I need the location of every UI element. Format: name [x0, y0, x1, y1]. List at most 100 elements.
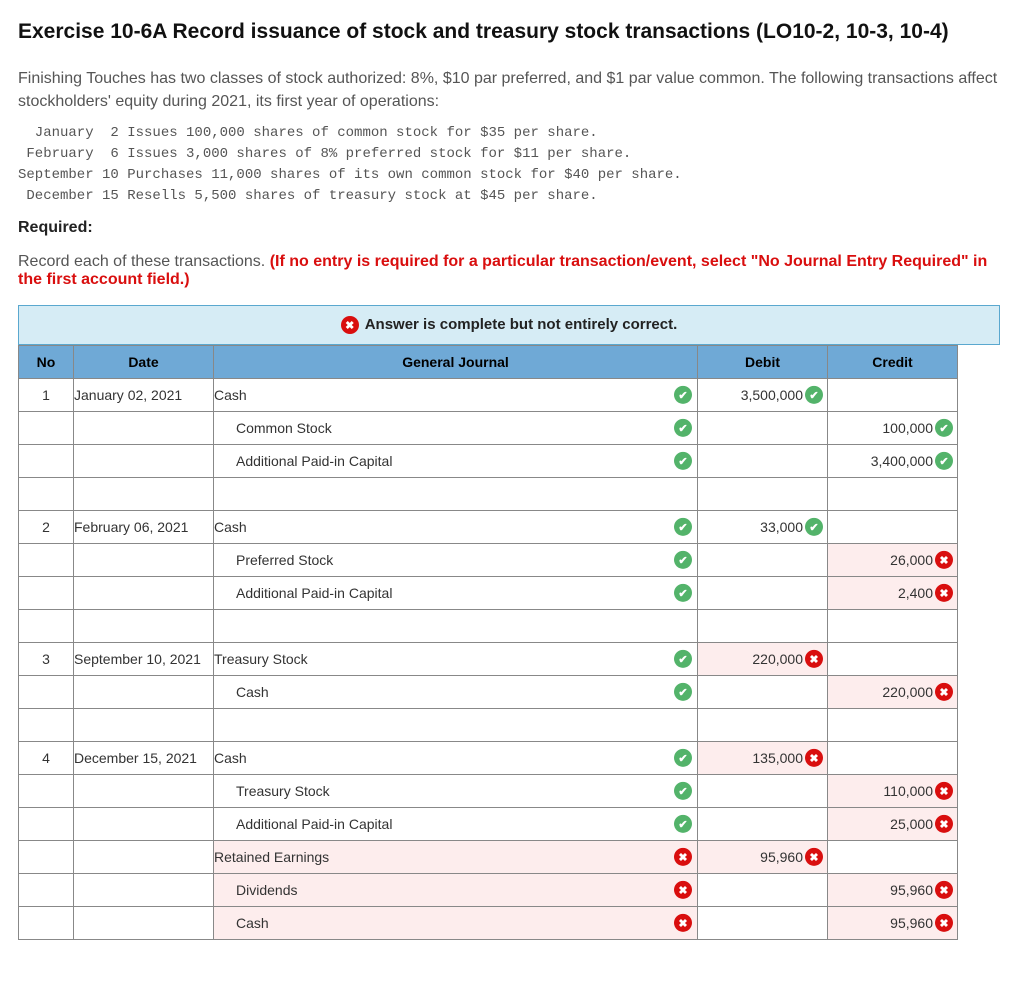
credit-cell[interactable] — [828, 511, 958, 544]
general-journal-cell[interactable] — [214, 610, 698, 643]
table-header-row: No Date General Journal Debit Credit — [19, 346, 958, 379]
general-journal-cell[interactable]: Cash — [214, 742, 698, 775]
credit-cell[interactable]: 95,960 — [828, 874, 958, 907]
general-journal-cell[interactable] — [214, 709, 698, 742]
no-cell — [19, 808, 74, 841]
debit-cell[interactable]: 220,000 — [698, 643, 828, 676]
credit-cell[interactable]: 110,000 — [828, 775, 958, 808]
date-cell[interactable] — [74, 412, 214, 445]
date-cell[interactable] — [74, 874, 214, 907]
no-cell — [19, 775, 74, 808]
account-text: Preferred Stock — [236, 552, 333, 568]
debit-cell[interactable] — [698, 676, 828, 709]
credit-cell[interactable] — [828, 742, 958, 775]
check-icon — [674, 452, 692, 470]
intro-text: Finishing Touches has two classes of sto… — [18, 68, 1000, 113]
credit-cell[interactable] — [828, 841, 958, 874]
date-cell[interactable]: September 10, 2021 — [74, 643, 214, 676]
general-journal-cell[interactable] — [214, 478, 698, 511]
credit-cell[interactable]: 26,000 — [828, 544, 958, 577]
general-journal-cell[interactable]: Treasury Stock — [214, 643, 698, 676]
check-icon — [805, 518, 823, 536]
check-icon — [674, 386, 692, 404]
debit-cell[interactable] — [698, 445, 828, 478]
debit-cell[interactable] — [698, 478, 828, 511]
credit-cell[interactable] — [828, 709, 958, 742]
transactions-block: January 2 Issues 100,000 shares of commo… — [18, 123, 1000, 207]
check-icon — [935, 419, 953, 437]
date-cell[interactable] — [74, 841, 214, 874]
debit-cell[interactable]: 95,960 — [698, 841, 828, 874]
credit-cell[interactable] — [828, 379, 958, 412]
debit-cell[interactable] — [698, 544, 828, 577]
debit-cell[interactable] — [698, 808, 828, 841]
debit-cell[interactable] — [698, 412, 828, 445]
date-cell[interactable]: December 15, 2021 — [74, 742, 214, 775]
table-row — [19, 478, 958, 511]
credit-cell[interactable]: 95,960 — [828, 907, 958, 940]
general-journal-cell[interactable]: Cash — [214, 511, 698, 544]
date-cell[interactable] — [74, 544, 214, 577]
x-icon — [674, 881, 692, 899]
credit-cell[interactable] — [828, 478, 958, 511]
date-cell[interactable] — [74, 808, 214, 841]
debit-cell[interactable] — [698, 775, 828, 808]
debit-cell[interactable]: 3,500,000 — [698, 379, 828, 412]
debit-cell[interactable] — [698, 907, 828, 940]
debit-cell[interactable]: 33,000 — [698, 511, 828, 544]
credit-cell[interactable]: 25,000 — [828, 808, 958, 841]
check-icon — [674, 815, 692, 833]
debit-cell[interactable] — [698, 610, 828, 643]
date-cell[interactable] — [74, 676, 214, 709]
account-text: Cash — [214, 750, 247, 766]
general-journal-cell[interactable]: Preferred Stock — [214, 544, 698, 577]
date-cell[interactable] — [74, 709, 214, 742]
general-journal-cell[interactable]: Additional Paid-in Capital — [214, 445, 698, 478]
debit-cell[interactable] — [698, 874, 828, 907]
debit-cell[interactable] — [698, 577, 828, 610]
date-cell[interactable] — [74, 445, 214, 478]
debit-cell[interactable] — [698, 709, 828, 742]
required-heading: Required: — [18, 219, 1000, 237]
check-icon — [674, 650, 692, 668]
date-cell[interactable] — [74, 577, 214, 610]
general-journal-cell[interactable]: Dividends — [214, 874, 698, 907]
general-journal-cell[interactable]: Cash — [214, 676, 698, 709]
status-text: Answer is complete but not entirely corr… — [365, 316, 678, 333]
required-instruction: Record each of these transactions. (If n… — [18, 253, 1000, 289]
general-journal-cell[interactable]: Cash — [214, 379, 698, 412]
date-cell[interactable] — [74, 775, 214, 808]
account-text: Treasury Stock — [236, 783, 330, 799]
general-journal-cell[interactable]: Treasury Stock — [214, 775, 698, 808]
general-journal-cell[interactable]: Additional Paid-in Capital — [214, 577, 698, 610]
x-icon — [674, 914, 692, 932]
account-text: Common Stock — [236, 420, 332, 436]
no-cell — [19, 610, 74, 643]
credit-cell[interactable]: 2,400 — [828, 577, 958, 610]
table-row: Cash 95,960 — [19, 907, 958, 940]
credit-cell[interactable]: 3,400,000 — [828, 445, 958, 478]
date-cell[interactable]: January 02, 2021 — [74, 379, 214, 412]
general-journal-cell[interactable]: Retained Earnings — [214, 841, 698, 874]
credit-cell[interactable]: 220,000 — [828, 676, 958, 709]
status-bar: Answer is complete but not entirely corr… — [18, 305, 1000, 345]
credit-cell[interactable] — [828, 643, 958, 676]
no-cell — [19, 841, 74, 874]
x-icon — [805, 848, 823, 866]
table-row — [19, 610, 958, 643]
credit-cell[interactable] — [828, 610, 958, 643]
table-row: Common Stock 100,000 — [19, 412, 958, 445]
account-text: Cash — [236, 915, 269, 931]
date-cell[interactable] — [74, 478, 214, 511]
date-cell[interactable] — [74, 610, 214, 643]
general-journal-cell[interactable]: Additional Paid-in Capital — [214, 808, 698, 841]
account-text: Cash — [214, 519, 247, 535]
general-journal-cell[interactable]: Common Stock — [214, 412, 698, 445]
col-gj-header: General Journal — [214, 346, 698, 379]
date-cell[interactable] — [74, 907, 214, 940]
general-journal-cell[interactable]: Cash — [214, 907, 698, 940]
credit-cell[interactable]: 100,000 — [828, 412, 958, 445]
debit-cell[interactable]: 135,000 — [698, 742, 828, 775]
date-cell[interactable]: February 06, 2021 — [74, 511, 214, 544]
col-debit-header: Debit — [698, 346, 828, 379]
